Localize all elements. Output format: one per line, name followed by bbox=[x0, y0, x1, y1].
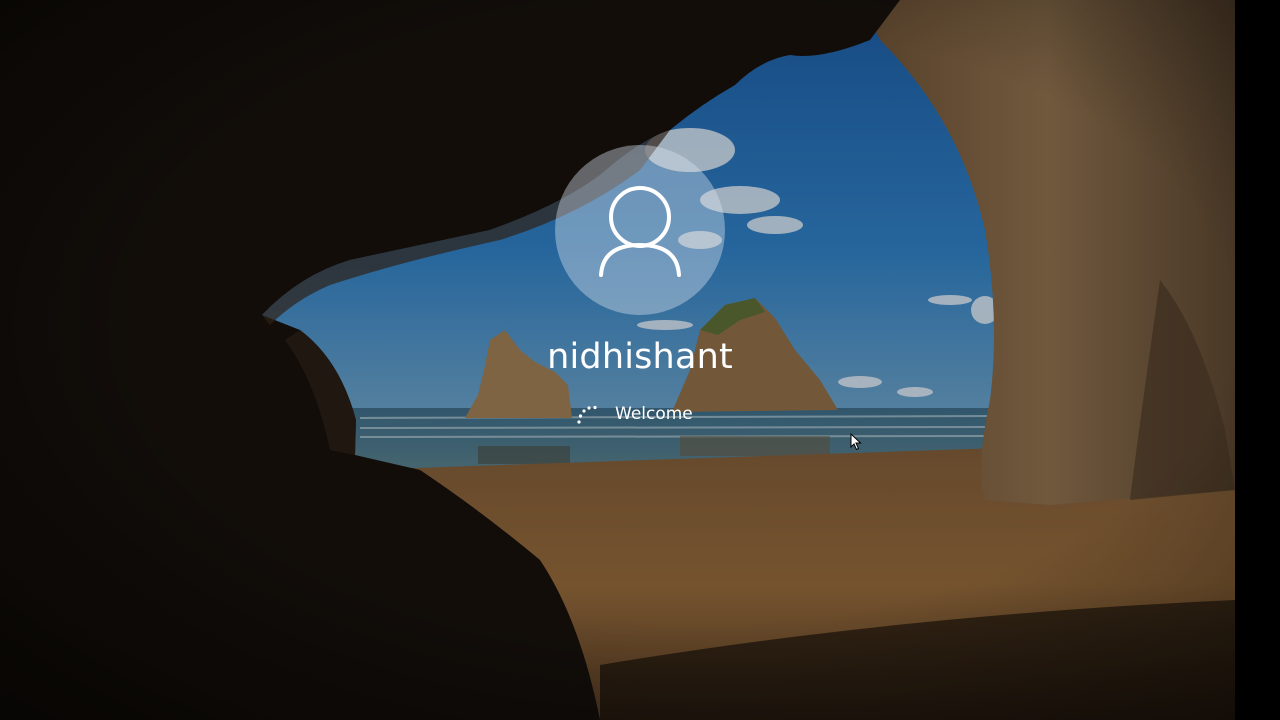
user-account-icon bbox=[599, 186, 681, 277]
username-label: nidhishant bbox=[547, 337, 733, 377]
mouse-pointer-icon bbox=[850, 432, 862, 456]
user-avatar bbox=[555, 145, 725, 315]
loading-spinner-icon bbox=[576, 401, 602, 427]
status-row: Welcome bbox=[576, 396, 693, 432]
windows-welcome-screen: nidhishant Welcome bbox=[0, 0, 1280, 720]
right-black-bar bbox=[1235, 0, 1280, 720]
welcome-status-text: Welcome bbox=[615, 404, 693, 424]
